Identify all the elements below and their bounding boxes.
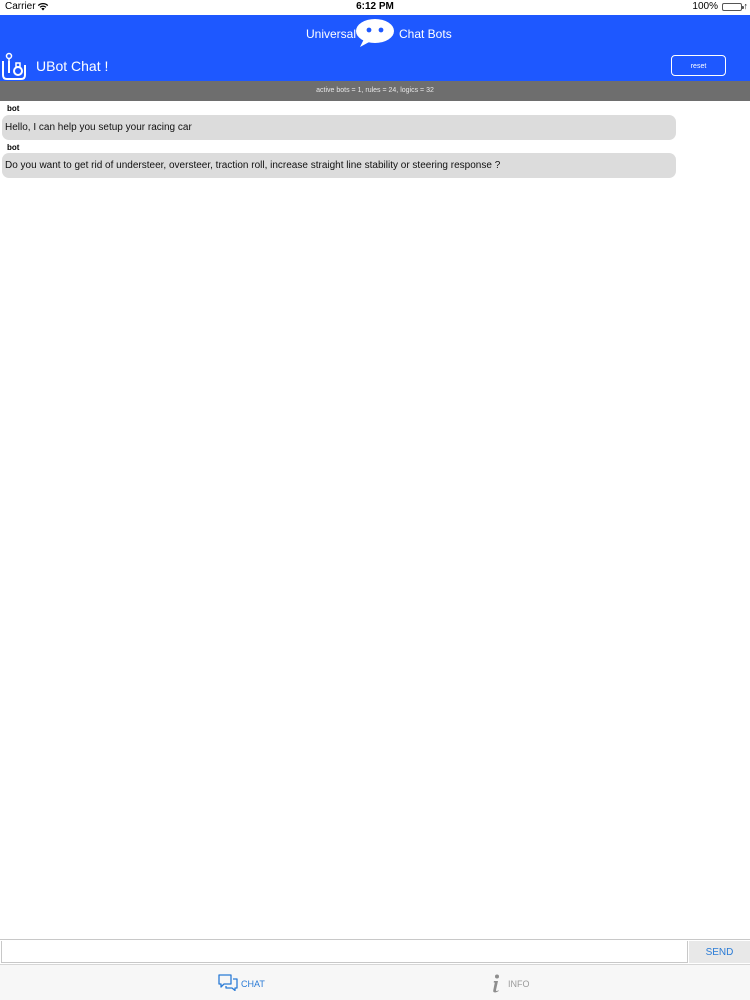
app-screen: Carrier 6:12 PM 100% ↑ Universal Chat Bo… <box>0 0 750 1000</box>
message-sender: bot <box>7 104 20 113</box>
tab-chat-label: CHAT <box>241 979 265 989</box>
info-icon <box>489 974 503 998</box>
tab-info-label: INFO <box>508 979 530 989</box>
chat-bubbles-icon <box>218 974 238 996</box>
banner-text-left: Universal <box>306 27 357 41</box>
tab-info[interactable]: INFO <box>480 965 550 1000</box>
message-composer: SEND <box>0 939 750 964</box>
message-bubble: Hello, I can help you setup your racing … <box>2 115 676 140</box>
tab-chat[interactable]: CHAT <box>210 965 280 1000</box>
ubot-logo-icon <box>1 51 29 81</box>
message-input[interactable] <box>1 941 688 963</box>
message-sender: bot <box>7 143 20 152</box>
banner-text-right: Chat Bots <box>399 27 452 41</box>
message-list[interactable]: bot Hello, I can help you setup your rac… <box>0 101 750 939</box>
reset-button[interactable]: reset <box>671 55 726 76</box>
status-bar: Carrier 6:12 PM 100% ↑ <box>0 0 750 15</box>
bot-stats-bar: active bots = 1, rules = 24, logics = 32 <box>0 81 750 101</box>
app-header: Universal Chat Bots UBot Chat ! reset <box>0 15 750 81</box>
battery-percentage: 100% <box>692 1 718 12</box>
app-title: UBot Chat ! <box>36 58 109 74</box>
chat-bubble-logo-icon <box>355 18 397 48</box>
charging-icon: ↑ <box>743 1 749 11</box>
send-button[interactable]: SEND <box>689 941 750 963</box>
tab-bar: CHAT INFO <box>0 964 750 1000</box>
message-bubble: Do you want to get rid of understeer, ov… <box>2 153 676 178</box>
clock: 6:12 PM <box>356 1 394 12</box>
battery-icon <box>722 3 744 11</box>
